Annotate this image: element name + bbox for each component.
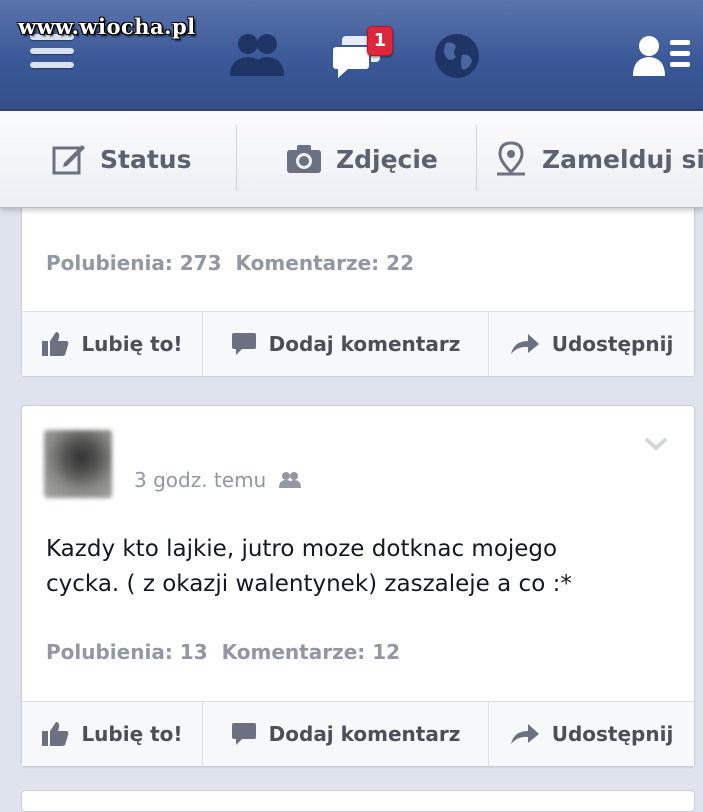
comment-icon [231, 333, 256, 355]
share-label: Udostępnij [551, 722, 674, 746]
friends-audience-icon [278, 472, 301, 488]
post-card [21, 790, 695, 812]
post-actions: Lubię to! Dodaj komentarz Udostępnij [22, 311, 694, 376]
post-stats: Polubienia: 273 Komentarze: 22 [46, 251, 414, 275]
like-button[interactable]: Lubię to! [22, 702, 203, 766]
status-label: Status [100, 144, 192, 174]
likes-count[interactable]: Polubienia: 273 [46, 251, 222, 275]
avatar[interactable] [44, 430, 112, 498]
post-text-line: cycka. ( z okazji walentynek) zaszaleje … [46, 571, 572, 597]
post-stats: Polubienia: 13 Komentarze: 12 [46, 640, 400, 664]
timestamp-text[interactable]: 3 godz. temu [134, 468, 266, 492]
location-pin-icon [497, 141, 525, 176]
share-arrow-icon [510, 724, 539, 744]
divider [476, 125, 477, 191]
like-button[interactable]: Lubię to! [22, 312, 203, 376]
share-button[interactable]: Udostępnij [489, 702, 694, 766]
share-button[interactable]: Udostępnij [489, 312, 694, 376]
messages-badge: 1 [367, 26, 393, 56]
likes-count[interactable]: Polubienia: 13 [46, 640, 208, 664]
friend-list-icon[interactable] [632, 34, 692, 78]
composer-bar: Status Zdjęcie Zamelduj się [0, 111, 703, 208]
share-label: Udostępnij [551, 332, 674, 356]
divider [236, 125, 237, 191]
comments-count[interactable]: Komentarze: 22 [236, 251, 414, 275]
like-label: Lubię to! [81, 332, 183, 356]
photo-label: Zdjęcie [336, 144, 438, 174]
menu-icon[interactable] [30, 34, 74, 74]
thumbs-up-icon [42, 332, 69, 356]
post-actions: Lubię to! Dodaj komentarz Udostępnij [22, 701, 694, 766]
post-card: 3 godz. temu Kazdy kto lajkie, jutro moz… [21, 405, 695, 767]
post-text: Kazdy kto lajkie, jutro moze dotknac moj… [46, 532, 666, 602]
post-text-line: Kazdy kto lajkie, jutro moze dotknac moj… [46, 536, 558, 562]
chevron-down-icon[interactable] [644, 436, 668, 452]
checkin-button[interactable]: Zamelduj się [494, 111, 703, 207]
comments-count[interactable]: Komentarze: 12 [222, 640, 400, 664]
edit-icon [52, 145, 85, 175]
globe-icon[interactable] [434, 33, 480, 79]
comment-button[interactable]: Dodaj komentarz [203, 702, 489, 766]
comment-button[interactable]: Dodaj komentarz [203, 312, 489, 376]
photo-button[interactable]: Zdjęcie [286, 111, 438, 207]
comment-label: Dodaj komentarz [268, 332, 461, 356]
checkin-label: Zamelduj się [542, 144, 703, 174]
post-card: Polubienia: 273 Komentarze: 22 Lubię to! … [21, 180, 695, 376]
status-button[interactable]: Status [52, 111, 191, 207]
camera-icon [287, 145, 321, 173]
friends-icon[interactable] [228, 30, 286, 80]
comment-label: Dodaj komentarz [268, 722, 461, 746]
watermark-text: www.wiocha.pl [18, 14, 196, 39]
comment-icon [231, 723, 256, 745]
like-label: Lubię to! [81, 722, 183, 746]
post-timestamp: 3 godz. temu [134, 468, 301, 492]
share-arrow-icon [510, 334, 539, 354]
thumbs-up-icon [42, 722, 69, 746]
